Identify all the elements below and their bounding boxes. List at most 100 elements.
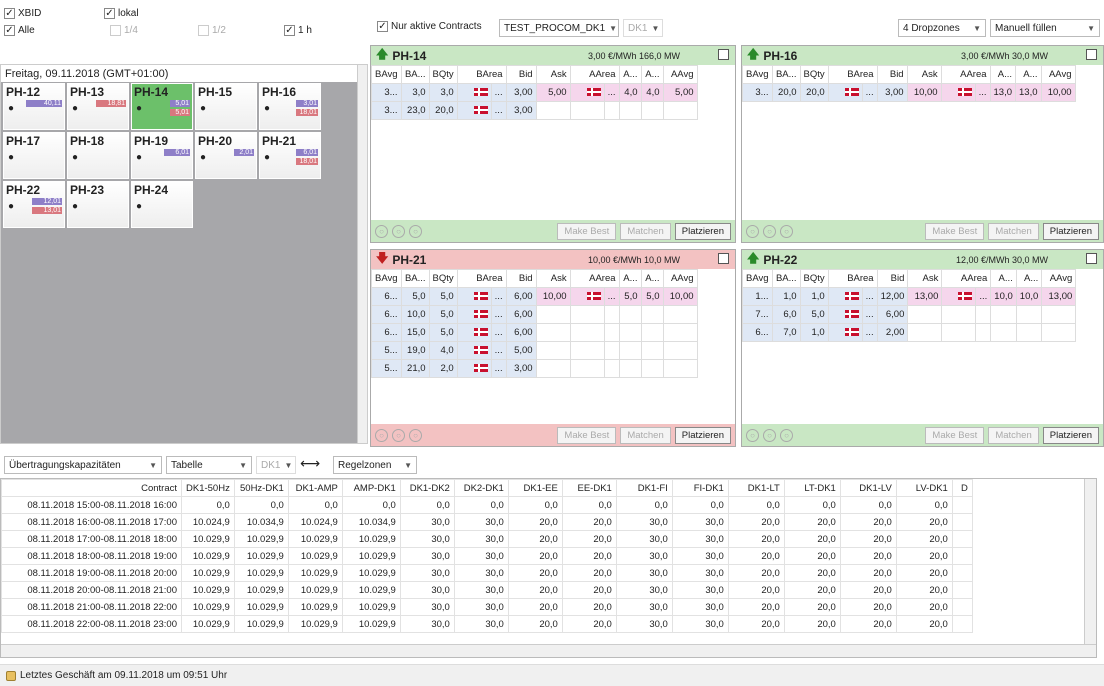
capacity-row[interactable]: 08.11.2018 16:00-08.11.2018 17:00 10.024,… [1,513,973,531]
half-hour-checkbox[interactable]: 1/2 [198,25,226,36]
column-header[interactable]: Ask [535,269,571,288]
column-header[interactable]: Bid [505,65,537,84]
table-vertical-scrollbar[interactable] [1084,479,1096,657]
matchen-button[interactable]: Matchen [620,222,671,240]
edit-chart-icon[interactable] [718,253,729,264]
column-header[interactable]: BA... [400,65,430,84]
capacity-column-header[interactable]: DK1-AMP [287,479,343,497]
dropzones-select[interactable]: 4 Dropzones ▼ [898,19,986,37]
order-row[interactable]: 6... 10,0 5,0... 6,00 [371,305,698,324]
column-header[interactable]: BArea [456,269,507,288]
hour-block[interactable]: PH-14 ● 5,01 5,01 [131,83,193,130]
order-row[interactable]: 3... 23,0 20,0... 3,00 [371,101,698,120]
area-select[interactable]: DK1 ▼ [623,19,663,37]
column-header[interactable]: BA... [771,65,801,84]
capacity-column-header[interactable]: 50Hz-DK1 [233,479,289,497]
capacity-column-header[interactable]: DK1-LV [839,479,897,497]
capacity-column-header[interactable]: AMP-DK1 [341,479,401,497]
column-header[interactable]: BAvg [742,269,773,288]
column-header[interactable]: A... [640,65,664,84]
hour-checkbox[interactable]: ✓ 1 h [284,25,312,36]
order-row[interactable]: 5... 19,0 4,0... 5,00 [371,341,698,360]
edit-chart-icon[interactable] [718,49,729,60]
column-header[interactable]: Ask [906,65,942,84]
platzieren-button[interactable]: Platzieren [674,222,731,240]
hour-block[interactable]: PH-16 ● 3,01 18,01 [259,83,321,130]
column-header[interactable]: BA... [771,269,801,288]
capacity-column-header[interactable]: DK1-LT [727,479,785,497]
order-row[interactable]: 6... 15,0 5,0... 6,00 [371,323,698,342]
cancel-icon[interactable]: ○ [780,428,793,442]
platzieren-button[interactable]: Platzieren [1042,426,1099,444]
column-header[interactable]: BAvg [742,65,773,84]
column-header[interactable]: A... [618,65,642,84]
column-header[interactable]: BQty [799,65,829,84]
capacity-column-header[interactable]: DK1-EE [507,479,563,497]
platzieren-button[interactable]: Platzieren [1042,222,1099,240]
view-select[interactable]: Übertragungskapazitäten ▼ [4,456,162,474]
column-header[interactable]: BAvg [371,269,402,288]
edit-chart-icon[interactable] [1086,49,1097,60]
column-header[interactable]: AArea [940,65,991,84]
order-row[interactable]: 6... 7,0 1,0... 2,00 [742,323,1077,342]
user-icon[interactable]: ○ [763,428,776,442]
hour-block[interactable]: PH-18 ● [67,132,129,179]
xbid-checkbox[interactable]: ✓ XBID [4,8,41,19]
column-header[interactable]: BAvg [371,65,402,84]
column-header[interactable]: BQty [428,65,458,84]
hour-block[interactable]: PH-17 ● [3,132,65,179]
column-header[interactable]: Bid [876,269,909,288]
capacity-column-header[interactable]: LV-DK1 [895,479,953,497]
user-icon[interactable]: ○ [763,224,776,238]
bottom-area-select[interactable]: DK1 ▼ [256,456,296,474]
column-header[interactable]: A... [618,269,642,288]
capacity-row[interactable]: 08.11.2018 15:00-08.11.2018 16:00 0,0 0,0 0… [1,496,973,514]
swap-arrows-icon[interactable]: ⟷ [300,455,320,472]
capacity-column-header[interactable]: FI-DK1 [671,479,729,497]
cancel-icon[interactable]: ○ [409,224,422,238]
column-header[interactable]: AAvg [662,65,698,84]
alle-checkbox[interactable]: ✓ Alle [4,25,35,36]
hour-block[interactable]: PH-12 ● 40,11 [3,83,65,130]
column-header[interactable]: BQty [799,269,829,288]
capacity-column-header[interactable]: EE-DK1 [561,479,617,497]
matchen-button[interactable]: Matchen [988,426,1039,444]
column-header[interactable]: Bid [876,65,908,84]
hour-block[interactable]: PH-19 ● 6,01 [131,132,193,179]
zone-select[interactable]: Regelzonen ▼ [333,456,417,474]
column-header[interactable]: A... [989,65,1017,84]
capacity-column-header[interactable]: D [951,479,973,497]
refresh-icon[interactable]: ○ [375,224,388,238]
column-header[interactable]: BA... [400,269,430,288]
capacity-row[interactable]: 08.11.2018 22:00-08.11.2018 23:00 10.029,… [1,615,973,633]
column-header[interactable]: AAvg [662,269,698,288]
capacity-column-header[interactable]: DK1-50Hz [181,479,235,497]
hour-block[interactable]: PH-24 ● [131,181,193,228]
column-header[interactable]: A... [990,269,1017,288]
make-best-button[interactable]: Make Best [557,426,617,444]
capacity-column-header[interactable]: Contract [1,479,182,497]
capacity-row[interactable]: 08.11.2018 17:00-08.11.2018 18:00 10.029,… [1,530,973,548]
column-header[interactable]: Bid [505,269,537,288]
user-icon[interactable]: ○ [392,224,405,238]
capacity-row[interactable]: 08.11.2018 20:00-08.11.2018 21:00 10.029,… [1,581,973,599]
column-header[interactable]: A... [640,269,664,288]
refresh-icon[interactable]: ○ [746,224,759,238]
capacity-row[interactable]: 08.11.2018 19:00-08.11.2018 20:00 10.029,… [1,564,973,582]
lokal-checkbox[interactable]: ✓ lokal [104,8,139,19]
user-icon[interactable]: ○ [392,428,405,442]
quarter-hour-checkbox[interactable]: 1/4 [110,25,138,36]
capacity-column-header[interactable]: LT-DK1 [783,479,841,497]
mode-select[interactable]: Tabelle ▼ [166,456,252,474]
capacity-row[interactable]: 08.11.2018 18:00-08.11.2018 19:00 10.029,… [1,547,973,565]
make-best-button[interactable]: Make Best [925,222,985,240]
capacity-column-header[interactable]: DK1-DK2 [399,479,455,497]
hour-block[interactable]: PH-20 ● 2,01 [195,132,257,179]
column-header[interactable]: AArea [941,269,992,288]
vertical-scrollbar[interactable] [357,65,367,443]
make-best-button[interactable]: Make Best [557,222,617,240]
column-header[interactable]: AAvg [1041,269,1077,288]
order-row[interactable]: 7... 6,0 5,0... 6,00 [742,305,1077,324]
order-row[interactable]: 5... 21,0 2,0... 3,00 [371,359,698,378]
order-row[interactable]: 3... 3,0 3,0... 3,00 5,00... 4,0 4,0 5,00 [371,83,698,102]
